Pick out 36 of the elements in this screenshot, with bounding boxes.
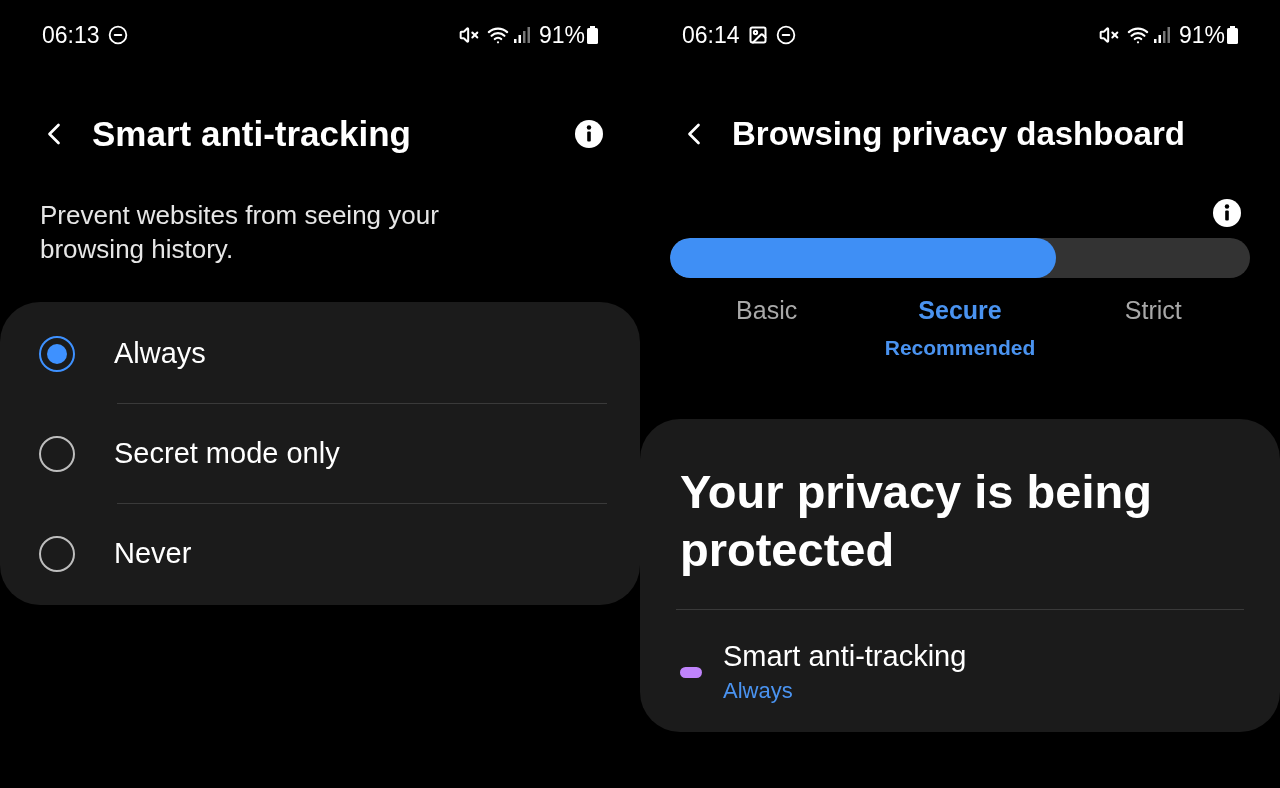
status-time: 06:13 [42, 20, 100, 50]
info-icon[interactable] [574, 119, 604, 149]
screen-title: Smart anti-tracking [92, 112, 411, 155]
info-icon[interactable] [1212, 198, 1242, 228]
do-not-disturb-icon [775, 25, 796, 45]
radio-button[interactable] [39, 435, 75, 472]
image-icon [747, 25, 768, 45]
option-row[interactable]: Never [0, 504, 640, 603]
battery-percentage: 91% [538, 20, 585, 50]
status-time: 06:14 [682, 20, 740, 50]
privacy-status-heading: Your privacy is being protected [679, 464, 1153, 578]
option-row[interactable]: Secret mode only [0, 404, 640, 503]
option-label: Always [114, 335, 206, 371]
description-text: Prevent websites from seeing your browsing history. [39, 199, 440, 266]
mute-icon [1098, 25, 1119, 45]
battery-percentage: 91% [1178, 20, 1225, 50]
signal-icon [1152, 26, 1171, 44]
radio-button[interactable] [39, 535, 75, 572]
privacy-level-option[interactable]: Basic [736, 292, 798, 330]
signal-icon [512, 26, 531, 44]
battery-icon [1227, 26, 1238, 44]
radio-button[interactable] [39, 335, 75, 372]
privacy-level-track[interactable] [670, 238, 1250, 278]
privacy-level-option[interactable]: Secure [918, 292, 1002, 330]
mute-icon [458, 25, 479, 45]
option-label: Secret mode only [114, 435, 340, 471]
feature-row[interactable]: Smart anti-tracking Always [676, 638, 1244, 707]
privacy-level-option[interactable]: Strict [1124, 292, 1182, 330]
do-not-disturb-icon [107, 25, 128, 45]
option-row[interactable]: Always [0, 304, 640, 403]
recommended-label: Recommended [884, 334, 1036, 361]
feature-value: Always [723, 677, 794, 705]
option-label: Never [114, 535, 192, 571]
screen-title: Browsing privacy dashboard [732, 114, 1185, 155]
feature-name: Smart anti-tracking [723, 639, 967, 674]
battery-icon [587, 26, 598, 44]
